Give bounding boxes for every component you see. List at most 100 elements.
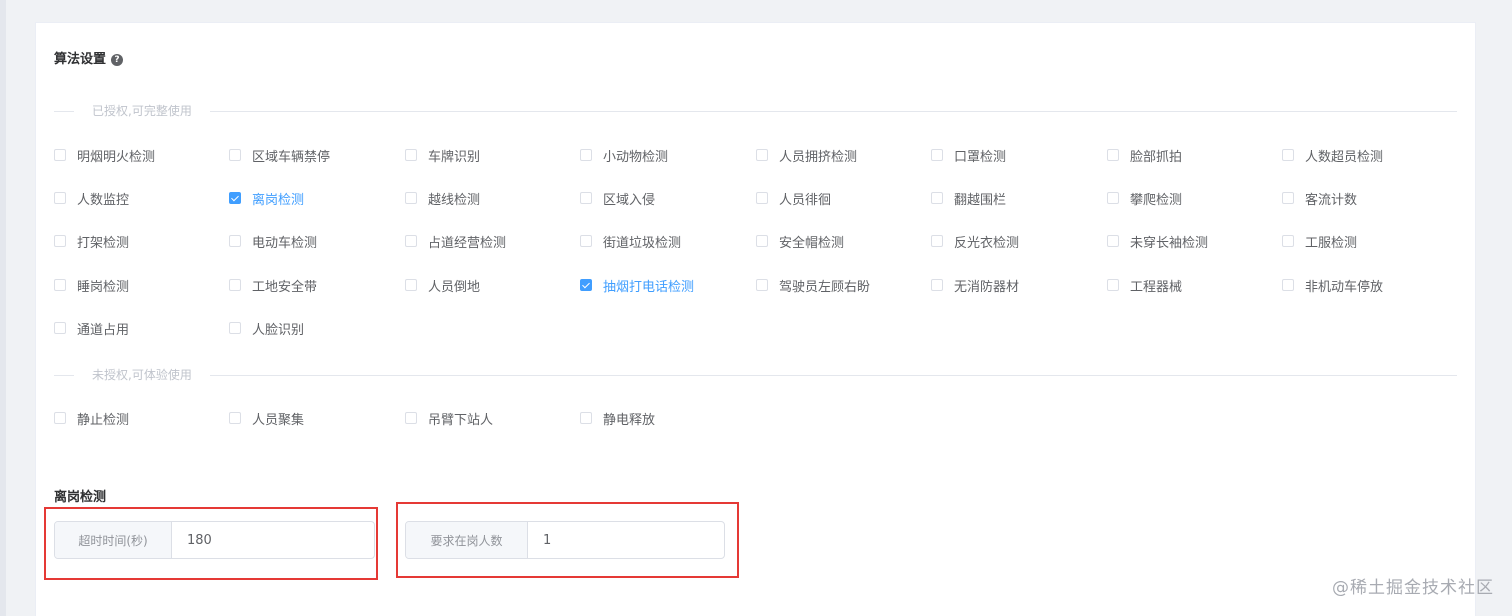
algorithm-checkbox[interactable]: 人数监控 bbox=[54, 190, 129, 208]
checkbox-icon[interactable] bbox=[405, 279, 417, 291]
checkbox-icon[interactable] bbox=[229, 412, 241, 424]
algorithm-checkbox[interactable]: 占道经营检测 bbox=[405, 233, 507, 251]
algorithm-checkbox-label: 工程器械 bbox=[1130, 279, 1183, 295]
algorithm-checkbox[interactable]: 口罩检测 bbox=[931, 147, 1007, 165]
algorithm-checkbox-label: 反光衣检测 bbox=[954, 235, 1020, 251]
checkbox-icon[interactable] bbox=[1282, 279, 1294, 291]
checkbox-icon[interactable] bbox=[54, 279, 66, 291]
algorithm-checkbox-label: 口罩检测 bbox=[954, 149, 1007, 165]
algorithm-checkbox-label: 车牌识别 bbox=[428, 149, 481, 165]
highlight-box-timeout bbox=[44, 507, 378, 580]
checkbox-icon[interactable] bbox=[405, 235, 417, 247]
algorithm-checkbox[interactable]: 工服检测 bbox=[1282, 233, 1358, 251]
checkbox-icon[interactable] bbox=[54, 412, 66, 424]
checkbox-icon[interactable] bbox=[405, 412, 417, 424]
checkbox-icon[interactable] bbox=[580, 235, 592, 247]
checkbox-icon[interactable] bbox=[229, 279, 241, 291]
algorithm-checkbox-label: 安全帽检测 bbox=[779, 235, 845, 251]
algorithm-checkbox-label: 脸部抓拍 bbox=[1130, 149, 1183, 165]
checkbox-icon[interactable] bbox=[580, 192, 592, 204]
checkbox-icon[interactable] bbox=[756, 279, 768, 291]
algorithm-checkbox[interactable]: 人员拥挤检测 bbox=[756, 147, 857, 165]
algorithm-checkbox-label: 小动物检测 bbox=[603, 149, 669, 165]
algorithm-checkbox-label: 区域入侵 bbox=[603, 192, 656, 208]
algorithm-checkbox[interactable]: 翻越围栏 bbox=[931, 190, 1007, 208]
algorithm-checkbox[interactable]: 工地安全带 bbox=[229, 277, 317, 295]
algorithm-checkbox[interactable]: 明烟明火检测 bbox=[54, 147, 155, 165]
algorithm-checkbox-label: 街道垃圾检测 bbox=[603, 235, 682, 251]
algorithm-checkbox[interactable]: 区域入侵 bbox=[580, 190, 656, 208]
checkbox-icon[interactable] bbox=[1107, 149, 1119, 161]
algorithm-checkbox-label: 翻越围栏 bbox=[954, 192, 1007, 208]
checkbox-icon[interactable] bbox=[54, 322, 66, 334]
algorithm-checkbox-label: 离岗检测 bbox=[252, 192, 305, 208]
algorithm-checkbox[interactable]: 越线检测 bbox=[405, 190, 480, 208]
algorithm-checkbox-label: 打架检测 bbox=[77, 235, 130, 251]
algorithm-checkbox[interactable]: 反光衣检测 bbox=[931, 233, 1020, 251]
algorithm-checkbox[interactable]: 抽烟打电话检测 bbox=[580, 277, 694, 295]
checkbox-icon[interactable] bbox=[580, 149, 592, 161]
algorithm-checkbox[interactable]: 人员聚集 bbox=[229, 410, 304, 428]
algorithm-checkbox[interactable]: 睡岗检测 bbox=[54, 277, 129, 295]
algorithm-checkbox-label: 吊臂下站人 bbox=[428, 412, 494, 428]
algorithm-checkbox-label: 静电释放 bbox=[603, 412, 656, 428]
algorithm-checkbox[interactable]: 静电释放 bbox=[580, 410, 656, 428]
algorithm-checkbox[interactable]: 人脸识别 bbox=[229, 320, 305, 338]
algorithm-checkbox[interactable]: 驾驶员左顾右盼 bbox=[756, 277, 870, 295]
algorithm-checkbox[interactable]: 安全帽检测 bbox=[756, 233, 845, 251]
algorithm-checkbox[interactable]: 客流计数 bbox=[1282, 190, 1357, 208]
algorithm-checkbox[interactable]: 人数超员检测 bbox=[1282, 147, 1383, 165]
checkbox-icon[interactable] bbox=[405, 149, 417, 161]
algorithm-checkbox-label: 人员徘徊 bbox=[779, 192, 832, 208]
checkbox-icon[interactable] bbox=[756, 149, 768, 161]
algorithm-checkbox[interactable]: 电动车检测 bbox=[229, 233, 318, 251]
algorithm-checkbox-label: 工服检测 bbox=[1305, 235, 1358, 251]
checkbox-icon[interactable] bbox=[1107, 279, 1119, 291]
checkbox-icon[interactable] bbox=[931, 149, 943, 161]
checkbox-icon[interactable] bbox=[931, 279, 943, 291]
check-icon bbox=[582, 280, 590, 288]
algorithm-checkbox[interactable]: 工程器械 bbox=[1107, 277, 1183, 295]
checkbox-icon[interactable] bbox=[756, 235, 768, 247]
algorithm-checkbox[interactable]: 小动物检测 bbox=[580, 147, 669, 165]
checkbox-icon[interactable] bbox=[229, 149, 241, 161]
algorithm-checkbox[interactable]: 人员倒地 bbox=[405, 277, 480, 295]
algorithm-checkbox[interactable]: 静止检测 bbox=[54, 410, 129, 428]
checkbox-icon[interactable] bbox=[1282, 235, 1294, 247]
question-circle-icon[interactable]: ? bbox=[111, 54, 124, 66]
algorithm-checkbox[interactable]: 车牌识别 bbox=[405, 147, 481, 165]
algorithm-checkbox-label: 电动车检测 bbox=[252, 235, 318, 251]
checkbox-icon[interactable] bbox=[229, 322, 241, 334]
section-title: 算法设置 ? bbox=[54, 51, 124, 69]
checkbox-icon[interactable] bbox=[54, 149, 66, 161]
checkbox-icon[interactable] bbox=[580, 412, 592, 424]
algorithm-checkbox[interactable]: 无消防器材 bbox=[931, 277, 1019, 295]
algorithm-checkbox[interactable]: 打架检测 bbox=[54, 233, 130, 251]
checkbox-icon[interactable] bbox=[931, 192, 943, 204]
algorithm-checkbox[interactable]: 区域车辆禁停 bbox=[229, 147, 330, 165]
checkbox-icon[interactable] bbox=[54, 192, 66, 204]
checkbox-icon[interactable] bbox=[756, 192, 768, 204]
algorithm-checkbox-label: 人脸识别 bbox=[252, 322, 305, 338]
checkbox-checked-icon[interactable] bbox=[229, 192, 241, 204]
algorithm-checkbox[interactable]: 通道占用 bbox=[54, 320, 129, 338]
algorithm-checkbox[interactable]: 街道垃圾检测 bbox=[580, 233, 682, 251]
checkbox-icon[interactable] bbox=[1282, 192, 1294, 204]
algorithm-checkbox-label: 占道经营检测 bbox=[428, 235, 507, 251]
checkbox-icon[interactable] bbox=[1282, 149, 1294, 161]
checkbox-icon[interactable] bbox=[931, 235, 943, 247]
algorithm-checkbox[interactable]: 攀爬检测 bbox=[1107, 190, 1182, 208]
checkbox-icon[interactable] bbox=[1107, 192, 1119, 204]
checkbox-icon[interactable] bbox=[1107, 235, 1119, 247]
algorithm-checkbox[interactable]: 人员徘徊 bbox=[756, 190, 832, 208]
unauthorized-divider-label: 未授权,可体验使用 bbox=[74, 367, 210, 383]
checkbox-checked-icon[interactable] bbox=[580, 279, 592, 291]
checkbox-icon[interactable] bbox=[405, 192, 417, 204]
checkbox-icon[interactable] bbox=[54, 235, 66, 247]
algorithm-checkbox[interactable]: 非机动车停放 bbox=[1282, 277, 1383, 295]
checkbox-icon[interactable] bbox=[229, 235, 241, 247]
algorithm-checkbox[interactable]: 脸部抓拍 bbox=[1107, 147, 1183, 165]
algorithm-checkbox[interactable]: 未穿长袖检测 bbox=[1107, 233, 1208, 251]
algorithm-checkbox[interactable]: 吊臂下站人 bbox=[405, 410, 494, 428]
algorithm-checkbox[interactable]: 离岗检测 bbox=[229, 190, 305, 208]
